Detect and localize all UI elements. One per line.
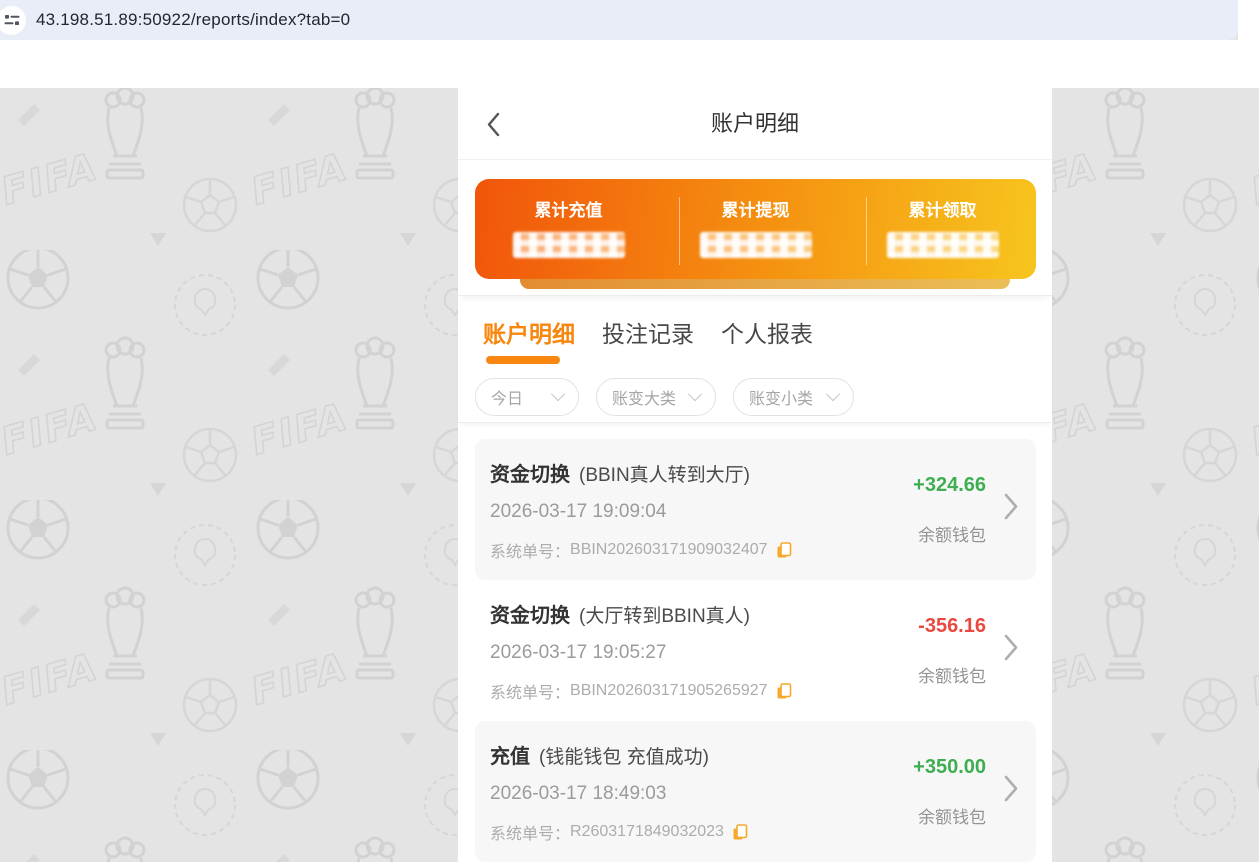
browser-url-bar[interactable]: 43.198.51.89:50922/reports/index?tab=0 — [0, 0, 1238, 40]
tabs-section: 账户明细 投注记录 个人报表 今日 账变大类 账变小类 — [458, 296, 1052, 423]
copy-icon[interactable] — [776, 541, 792, 559]
transaction-title: 资金切换 (BBIN真人转到大厅) — [490, 458, 750, 487]
order-label: 系统单号： — [490, 685, 571, 702]
transaction-amount: +324.66 — [913, 474, 986, 496]
tab-bar: 账户明细 投注记录 个人报表 — [483, 315, 813, 364]
chevron-right-icon[interactable] — [1004, 775, 1018, 807]
summary-card-stack-bar — [520, 279, 1010, 289]
transaction-datetime: 2026-03-17 19:09:04 — [490, 501, 667, 522]
summary-divider — [866, 197, 867, 265]
summary-col-recharge: 累计充值 — [475, 179, 662, 279]
transaction-order: 系统单号： BBIN202603171905265927 — [490, 679, 792, 703]
summary-card: 累计充值 累计提现 累计领取 — [475, 179, 1036, 279]
chevron-right-icon[interactable] — [1004, 634, 1018, 666]
summary-divider — [679, 197, 680, 265]
masked-total-recharge — [512, 232, 625, 258]
url-text: 43.198.51.89:50922/reports/index?tab=0 — [36, 10, 351, 29]
tab-personal-report[interactable]: 个人报表 — [721, 315, 813, 349]
order-number: R2603171849032023 — [570, 823, 724, 840]
chevron-down-icon — [550, 387, 566, 402]
screen: FIFA 账户明细 — [0, 0, 1259, 862]
filter-label: 账变大类 — [612, 391, 677, 408]
transaction-type: 资金切换 — [490, 605, 570, 627]
tab-label: 账户明细 — [483, 321, 575, 347]
transaction-amount: -356.16 — [918, 615, 986, 637]
transaction-row[interactable]: 资金切换 (BBIN真人转到大厅) 2026-03-17 19:09:04 系统… — [475, 439, 1036, 580]
chevron-right-icon[interactable] — [1004, 493, 1018, 525]
summary-col-withdraw: 累计提现 — [662, 179, 849, 279]
transaction-order: 系统单号： BBIN202603171909032407 — [490, 538, 792, 562]
transaction-detail: (大厅转到BBIN真人) — [579, 606, 751, 627]
transaction-title: 资金切换 (大厅转到BBIN真人) — [490, 599, 750, 628]
summary-label: 累计充值 — [534, 201, 603, 220]
tab-label: 个人报表 — [721, 321, 813, 347]
transaction-datetime: 2026-03-17 19:05:27 — [490, 642, 667, 663]
tab-bet-records[interactable]: 投注记录 — [602, 315, 694, 349]
copy-icon[interactable] — [732, 823, 748, 841]
transaction-detail: (BBIN真人转到大厅) — [579, 465, 751, 486]
page-title: 账户明细 — [710, 111, 799, 136]
filter-label: 今日 — [491, 391, 524, 408]
filter-major-category-dropdown[interactable]: 账变大类 — [596, 378, 716, 416]
transaction-type: 充值 — [490, 746, 530, 768]
tab-account-detail[interactable]: 账户明细 — [483, 315, 575, 364]
transaction-row[interactable]: 充值 (钱能钱包 充值成功) 2026-03-17 18:49:03 系统单号：… — [475, 721, 1036, 862]
order-label: 系统单号： — [490, 544, 571, 561]
summary-col-claimed: 累计领取 — [849, 179, 1036, 279]
transaction-amount: +350.00 — [913, 756, 986, 778]
copy-icon[interactable] — [776, 682, 792, 700]
filter-date-dropdown[interactable]: 今日 — [475, 378, 579, 416]
filter-bar: 今日 账变大类 账变小类 — [475, 378, 854, 416]
transaction-wallet: 余额钱包 — [918, 526, 986, 545]
order-label: 系统单号： — [490, 826, 571, 843]
tab-label: 投注记录 — [602, 321, 694, 347]
chevron-down-icon — [825, 387, 841, 402]
summary-label: 累计领取 — [908, 201, 977, 220]
transaction-list: 资金切换 (BBIN真人转到大厅) 2026-03-17 19:09:04 系统… — [458, 439, 1052, 862]
summary-label: 累计提现 — [721, 201, 790, 220]
app-column: 账户明细 累计充值 累计提现 累计领取 账户明细 投注记录 个人报表 今日 账变… — [458, 88, 1052, 862]
transaction-datetime: 2026-03-17 18:49:03 — [490, 783, 667, 804]
browser-bar-corner — [1238, 0, 1259, 40]
transaction-type: 资金切换 — [490, 464, 570, 486]
site-settings-icon[interactable] — [0, 5, 26, 35]
chevron-down-icon — [687, 387, 703, 402]
transaction-row[interactable]: 资金切换 (大厅转到BBIN真人) 2026-03-17 19:05:27 系统… — [475, 580, 1036, 721]
summary-section: 累计充值 累计提现 累计领取 — [458, 160, 1052, 296]
active-tab-underline — [486, 356, 560, 364]
masked-total-withdraw — [699, 232, 812, 258]
order-number: BBIN202603171909032407 — [570, 541, 768, 558]
back-icon[interactable] — [486, 112, 501, 142]
transaction-detail: (钱能钱包 充值成功) — [539, 747, 709, 768]
transaction-order: 系统单号： R2603171849032023 — [490, 820, 748, 844]
masked-total-claimed — [886, 232, 999, 258]
transaction-wallet: 余额钱包 — [918, 667, 986, 686]
app-header: 账户明细 — [458, 88, 1052, 160]
transaction-title: 充值 (钱能钱包 充值成功) — [490, 740, 709, 769]
order-number: BBIN202603171905265927 — [570, 682, 768, 699]
browser-chrome-band — [0, 40, 1259, 88]
filter-label: 账变小类 — [749, 391, 814, 408]
filter-minor-category-dropdown[interactable]: 账变小类 — [733, 378, 854, 416]
transaction-wallet: 余额钱包 — [918, 808, 986, 827]
